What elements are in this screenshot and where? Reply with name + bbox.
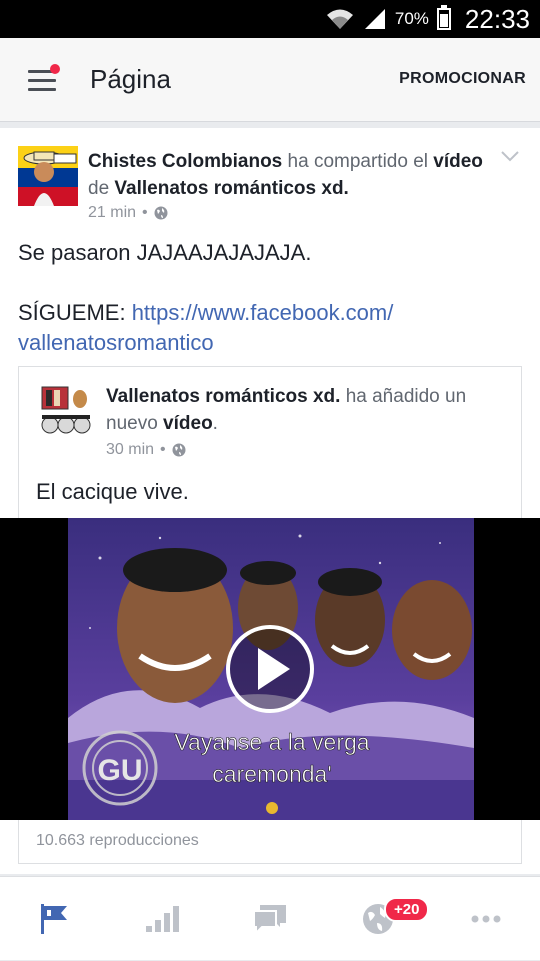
video-thumbnail: GU Vayanse a la verga caremonda' <box>68 518 474 820</box>
post-timestamp[interactable]: 21 min <box>88 204 136 222</box>
header-text: . <box>212 413 218 434</box>
tab-notifications[interactable]: +20 <box>324 877 432 961</box>
view-count: 10.663 reproducciones <box>36 832 199 849</box>
shared-page-avatar[interactable] <box>36 381 96 441</box>
page-title: Página <box>90 64 171 94</box>
shared-video-link[interactable]: vídeo <box>163 413 213 434</box>
notification-dot <box>50 64 60 74</box>
post-header: Chistes Colombianos ha compartido el víd… <box>88 148 488 202</box>
chevron-down-icon[interactable] <box>500 150 520 162</box>
more-dots-icon <box>471 915 501 923</box>
bottom-tab-bar: +20 <box>0 876 540 960</box>
video-link[interactable]: vídeo <box>433 151 483 172</box>
post-text-line: Se pasaron JAJAAJAJAJAJA. <box>18 240 312 265</box>
signal-icon <box>364 9 385 29</box>
shared-post-header: Vallenatos románticos xd. ha añadido un … <box>106 383 506 437</box>
author-link[interactable]: Chistes Colombianos <box>88 151 282 172</box>
battery-icon <box>436 5 451 30</box>
hamburger-menu-icon[interactable] <box>28 64 60 92</box>
tab-messages[interactable] <box>216 877 324 961</box>
wifi-icon <box>326 9 353 29</box>
notification-badge: +20 <box>384 897 430 922</box>
status-bar: 70% 22:33 <box>0 0 540 38</box>
video-player[interactable]: GU Vayanse a la verga caremonda' <box>0 518 540 820</box>
messages-icon <box>253 905 286 935</box>
globe-icon <box>154 206 168 220</box>
post-text-line: SÍGUEME: https://www.facebook.com/ <box>18 298 523 328</box>
tab-page[interactable] <box>0 877 108 961</box>
shared-post-timestamp[interactable]: 30 min <box>106 441 154 459</box>
insights-bars-icon <box>146 906 179 932</box>
header-text: ha compartido el <box>282 151 434 172</box>
promote-button[interactable]: PROMOCIONAR <box>399 70 526 88</box>
flag-icon <box>41 904 67 934</box>
watermark-logo: GU <box>98 754 143 787</box>
play-button-icon[interactable] <box>226 625 314 713</box>
dot-separator: • <box>160 441 166 458</box>
shared-author-link[interactable]: Vallenatos románticos xd. <box>106 386 340 407</box>
subtitle-line: caremonda' <box>212 761 331 787</box>
post-meta: 21 min • <box>88 204 168 222</box>
header-text: de <box>88 178 115 199</box>
battery-percent: 70% <box>394 9 429 28</box>
globe-icon <box>172 443 186 457</box>
dot-separator: • <box>142 204 148 221</box>
post-body: Se pasaron JAJAAJAJAJAJA. SÍGUEME: https… <box>18 238 523 358</box>
source-page-link[interactable]: Vallenatos románticos xd. <box>114 178 348 199</box>
tab-insights[interactable] <box>108 877 216 961</box>
page-avatar[interactable] <box>18 146 78 206</box>
tab-more[interactable] <box>432 877 540 961</box>
shared-post-text: El cacique vive. <box>36 479 189 504</box>
follow-label: SÍGUEME: <box>18 300 132 325</box>
facebook-link[interactable]: https://www.facebook.com/ <box>132 300 394 325</box>
subtitle-line: Vayanse a la verga <box>174 729 369 755</box>
shared-post-meta: 30 min • <box>106 441 186 459</box>
clock: 22:33 <box>464 3 530 34</box>
facebook-link-continued[interactable]: vallenatosromantico <box>18 328 523 358</box>
app-bar: Página PROMOCIONAR <box>0 38 540 122</box>
